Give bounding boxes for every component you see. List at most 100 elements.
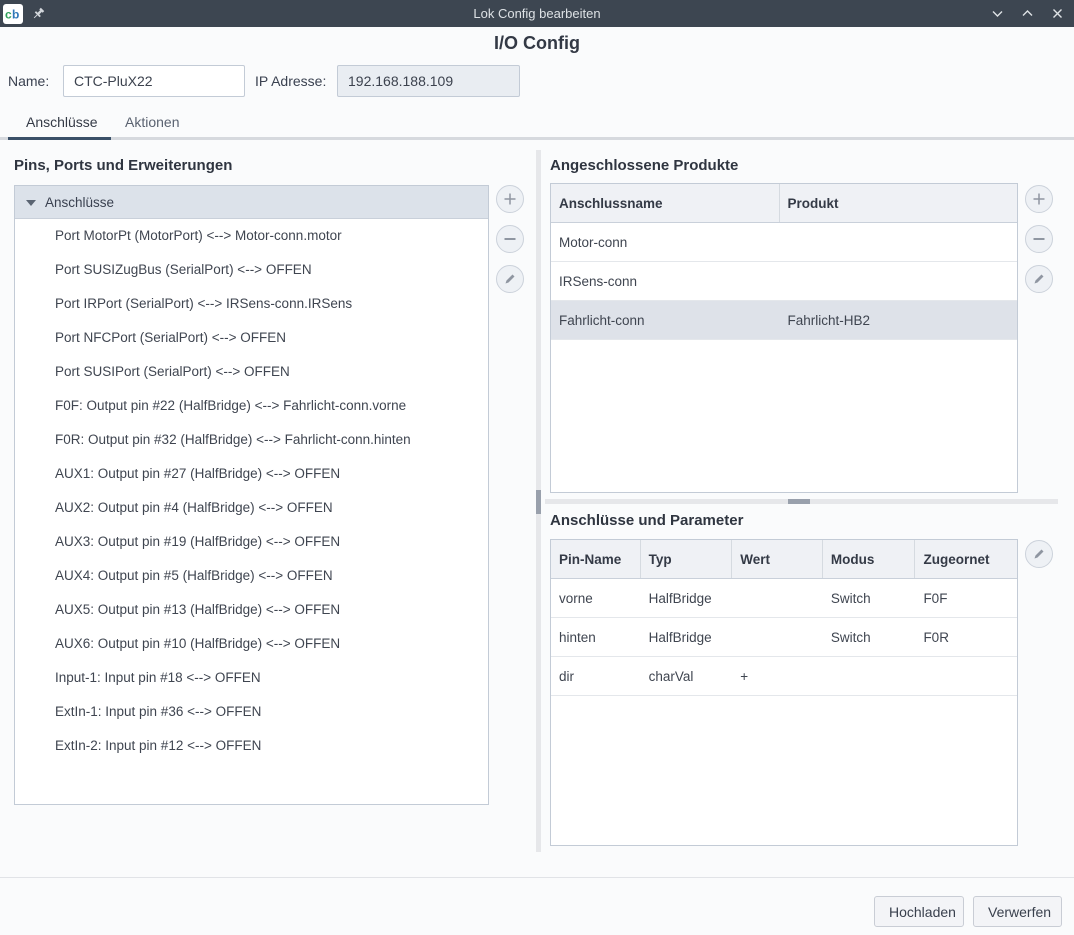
footer-separator [0, 877, 1074, 878]
tree-item[interactable]: AUX2: Output pin #4 (HalfBridge) <--> OF… [15, 491, 488, 525]
table-row[interactable]: dir charVal + [551, 657, 1017, 696]
tree-edit-button[interactable] [496, 265, 524, 293]
products-table: Anschlussname Produkt Motor-conn IRSens-… [550, 183, 1018, 493]
cell-produkt [780, 223, 1017, 261]
tree-item[interactable]: F0F: Output pin #22 (HalfBridge) <--> Fa… [15, 389, 488, 423]
cell-typ: HalfBridge [641, 579, 733, 617]
name-field[interactable] [63, 65, 245, 97]
products-table-header: Anschlussname Produkt [551, 184, 1017, 223]
tree-item[interactable]: AUX4: Output pin #5 (HalfBridge) <--> OF… [15, 559, 488, 593]
tab-baseline [0, 137, 1074, 140]
plus-icon [503, 192, 517, 206]
ip-label: IP Adresse: [255, 65, 326, 97]
tab-active-indicator [8, 137, 111, 140]
params-table: Pin-Name Typ Wert Modus Zugeornet vorne … [550, 539, 1018, 846]
tree-root-label: Anschlüsse [45, 195, 114, 210]
tree-root-row[interactable]: Anschlüsse [15, 186, 488, 219]
cell-anschlussname: Fahrlicht-conn [551, 301, 780, 339]
cell-anschlussname: IRSens-conn [551, 262, 780, 300]
pencil-icon [503, 272, 517, 286]
pencil-icon [1032, 272, 1046, 286]
tab-anschluesse[interactable]: Anschlüsse [26, 108, 98, 136]
window-maximize-button[interactable] [1016, 3, 1038, 25]
horizontal-splitter-handle[interactable] [788, 499, 810, 504]
cell-pin-name: vorne [551, 579, 641, 617]
tree-item[interactable]: Port SUSIPort (SerialPort) <--> OFFEN [15, 355, 488, 389]
cell-pin-name: hinten [551, 618, 641, 656]
tree-item[interactable]: Port IRPort (SerialPort) <--> IRSens-con… [15, 287, 488, 321]
column-header-produkt: Produkt [780, 184, 1017, 222]
cell-produkt [780, 262, 1017, 300]
tree-remove-button[interactable] [496, 225, 524, 253]
tree-item[interactable]: AUX6: Output pin #10 (HalfBridge) <--> O… [15, 627, 488, 661]
product-remove-button[interactable] [1025, 225, 1053, 253]
cell-wert [732, 579, 823, 617]
params-table-header: Pin-Name Typ Wert Modus Zugeornet [551, 540, 1017, 579]
product-add-button[interactable] [1025, 185, 1053, 213]
product-edit-button[interactable] [1025, 265, 1053, 293]
tree-item[interactable]: AUX1: Output pin #27 (HalfBridge) <--> O… [15, 457, 488, 491]
params-panel-title: Anschlüsse und Parameter [550, 512, 743, 529]
horizontal-splitter [545, 499, 1058, 504]
cell-wert [732, 618, 823, 656]
tree-item[interactable]: Port NFCPort (SerialPort) <--> OFFEN [15, 321, 488, 355]
table-row[interactable]: IRSens-conn [551, 262, 1017, 301]
cell-typ: charVal [641, 657, 733, 695]
window-close-button[interactable] [1046, 3, 1068, 25]
upload-button[interactable]: Hochladen [874, 896, 964, 927]
vertical-splitter [536, 150, 541, 852]
tab-aktionen[interactable]: Aktionen [125, 108, 179, 136]
cell-zugeornet: F0F [915, 579, 1017, 617]
tree-item[interactable]: AUX5: Output pin #13 (HalfBridge) <--> O… [15, 593, 488, 627]
tree-add-button[interactable] [496, 185, 524, 213]
products-panel-title: Angeschlossene Produkte [550, 157, 738, 174]
cell-wert: + [732, 657, 823, 695]
cell-modus: Switch [823, 579, 916, 617]
column-header-wert: Wert [732, 540, 823, 578]
close-icon [1051, 7, 1064, 20]
cell-anschlussname: Motor-conn [551, 223, 780, 261]
column-header-zugeornet: Zugeornet [915, 540, 1017, 578]
page-title: I/O Config [0, 33, 1074, 54]
table-row[interactable]: hinten HalfBridge Switch F0R [551, 618, 1017, 657]
cell-modus [823, 657, 916, 695]
left-panel-title: Pins, Ports und Erweiterungen [14, 157, 232, 174]
expander-caret-icon[interactable] [26, 200, 36, 206]
tree-item[interactable]: ExtIn-1: Input pin #36 <--> OFFEN [15, 695, 488, 729]
pins-ports-tree: Anschlüsse Port MotorPt (MotorPort) <-->… [14, 185, 489, 805]
cell-pin-name: dir [551, 657, 641, 695]
window-title: Lok Config bearbeiten [0, 6, 1074, 21]
table-row-selected[interactable]: Fahrlicht-conn Fahrlicht-HB2 [551, 301, 1017, 340]
window-shade-button[interactable] [986, 3, 1008, 25]
tree-item[interactable]: Port SUSIZugBus (SerialPort) <--> OFFEN [15, 253, 488, 287]
table-row[interactable]: Motor-conn [551, 223, 1017, 262]
cell-zugeornet: F0R [915, 618, 1017, 656]
column-header-typ: Typ [641, 540, 733, 578]
tab-bar: Anschlüsse Aktionen [0, 108, 1074, 141]
minus-icon [1032, 232, 1046, 246]
param-edit-button[interactable] [1025, 540, 1053, 568]
cell-produkt: Fahrlicht-HB2 [780, 301, 1017, 339]
vertical-splitter-handle[interactable] [536, 490, 541, 514]
ip-address-field [337, 65, 520, 97]
discard-button[interactable]: Verwerfen [973, 896, 1062, 927]
cell-modus: Switch [823, 618, 916, 656]
table-row[interactable]: vorne HalfBridge Switch F0F [551, 579, 1017, 618]
cell-typ: HalfBridge [641, 618, 733, 656]
cell-zugeornet [915, 657, 1017, 695]
tree-item[interactable]: F0R: Output pin #32 (HalfBridge) <--> Fa… [15, 423, 488, 457]
column-header-anschlussname: Anschlussname [551, 184, 780, 222]
column-header-pin-name: Pin-Name [551, 540, 641, 578]
pencil-icon [1032, 547, 1046, 561]
tree-item[interactable]: Port MotorPt (MotorPort) <--> Motor-conn… [15, 219, 488, 253]
plus-icon [1032, 192, 1046, 206]
chevron-up-icon [1021, 7, 1034, 20]
tree-item[interactable]: AUX3: Output pin #19 (HalfBridge) <--> O… [15, 525, 488, 559]
name-label: Name: [8, 65, 49, 97]
tree-item[interactable]: ExtIn-2: Input pin #12 <--> OFFEN [15, 729, 488, 763]
titlebar: c b Lok Config bearbeiten [0, 0, 1074, 27]
chevron-down-icon [991, 7, 1004, 20]
tree-item[interactable]: Input-1: Input pin #18 <--> OFFEN [15, 661, 488, 695]
minus-icon [503, 232, 517, 246]
column-header-modus: Modus [823, 540, 916, 578]
